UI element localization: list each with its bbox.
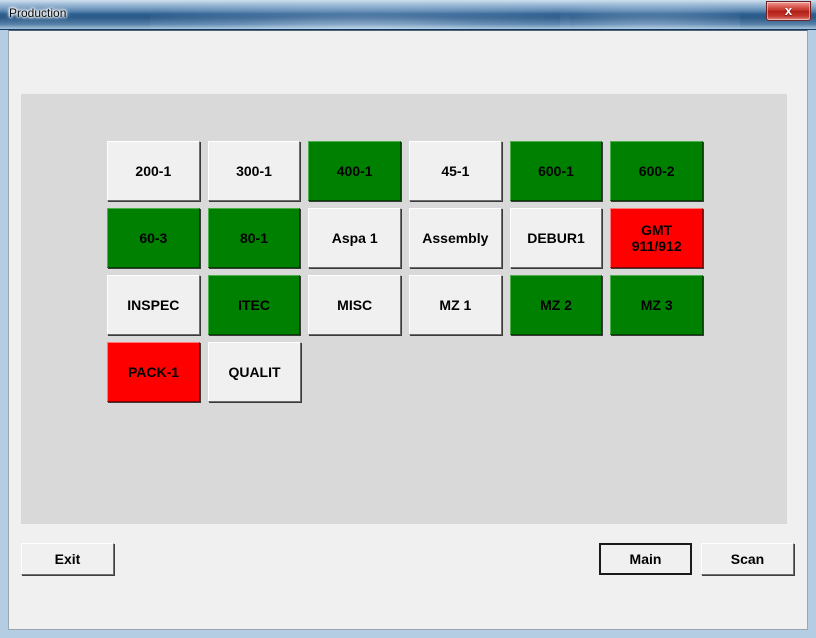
window-title: Production <box>9 6 67 20</box>
station-label: ITEC <box>238 297 270 313</box>
application-window: Production x 200-1 300-1 400-1 45-1 600-… <box>0 0 816 638</box>
station-button-gmt-911-912[interactable]: GMT 911/912 <box>610 208 704 268</box>
stations-panel: 200-1 300-1 400-1 45-1 600-1 600-2 60-3 … <box>21 94 787 524</box>
stations-row: INSPEC ITEC MISC MZ 1 MZ 2 MZ 3 <box>107 275 711 335</box>
station-button-inspec[interactable]: INSPEC <box>107 275 200 335</box>
station-button-mz-1[interactable]: MZ 1 <box>409 275 502 335</box>
station-button-45-1[interactable]: 45-1 <box>409 141 502 201</box>
station-button-debur1[interactable]: DEBUR1 <box>509 208 603 268</box>
station-button-assembly[interactable]: Assembly <box>409 208 502 268</box>
station-label: 45-1 <box>441 163 470 179</box>
station-button-600-2[interactable]: 600-2 <box>610 141 704 201</box>
close-icon: x <box>784 3 793 18</box>
station-button-misc[interactable]: MISC <box>308 275 402 335</box>
stations-row: PACK-1 QUALIT <box>107 342 711 402</box>
stations-row: 60-3 80-1 Aspa 1 Assembly DEBUR1 GMT 911… <box>107 208 711 268</box>
station-label: 200-1 <box>135 163 172 179</box>
station-label: 600-2 <box>638 163 675 179</box>
station-button-200-1[interactable]: 200-1 <box>107 141 200 201</box>
station-button-60-3[interactable]: 60-3 <box>107 208 200 268</box>
station-label: MISC <box>337 297 373 313</box>
title-bar-sheen-secondary <box>560 0 740 29</box>
close-button[interactable]: x <box>766 1 811 21</box>
form-client-area: 200-1 300-1 400-1 45-1 600-1 600-2 60-3 … <box>8 30 808 630</box>
station-label: INSPEC <box>127 297 180 313</box>
scan-button[interactable]: Scan <box>701 543 794 575</box>
station-label: 60-3 <box>139 230 168 246</box>
station-button-600-1[interactable]: 600-1 <box>509 141 603 201</box>
station-label: Assembly <box>422 230 489 246</box>
station-label: PACK-1 <box>127 364 180 380</box>
station-button-pack-1[interactable]: PACK-1 <box>107 342 200 402</box>
exit-button-label: Exit <box>54 551 81 567</box>
station-label: 80-1 <box>239 230 269 246</box>
station-button-300-1[interactable]: 300-1 <box>207 141 301 201</box>
station-label: MZ 2 <box>540 297 572 313</box>
title-bar[interactable]: Production x <box>0 0 816 30</box>
station-label: Aspa 1 <box>331 230 378 246</box>
station-label: DEBUR1 <box>527 230 585 246</box>
station-button-itec[interactable]: ITEC <box>207 275 301 335</box>
stations-grid: 200-1 300-1 400-1 45-1 600-1 600-2 60-3 … <box>107 141 711 409</box>
station-label: MZ 3 <box>640 297 673 313</box>
station-label: 400-1 <box>336 163 373 179</box>
station-button-qualit[interactable]: QUALIT <box>208 342 301 402</box>
station-button-mz-2[interactable]: MZ 2 <box>509 275 603 335</box>
station-label: 600-1 <box>538 163 574 179</box>
exit-button[interactable]: Exit <box>21 543 114 575</box>
station-button-mz-3[interactable]: MZ 3 <box>610 275 704 335</box>
station-label: GMT 911/912 <box>631 222 682 254</box>
title-bar-sheen <box>150 0 570 29</box>
station-button-400-1[interactable]: 400-1 <box>308 141 402 201</box>
station-button-aspa-1[interactable]: Aspa 1 <box>308 208 402 268</box>
station-label: 300-1 <box>236 163 272 179</box>
station-label: QUALIT <box>228 364 281 380</box>
scan-button-label: Scan <box>730 551 765 567</box>
main-button-label: Main <box>629 551 662 567</box>
stations-row: 200-1 300-1 400-1 45-1 600-1 600-2 <box>107 141 711 201</box>
main-button[interactable]: Main <box>599 543 692 575</box>
station-label: MZ 1 <box>439 297 472 313</box>
station-button-80-1[interactable]: 80-1 <box>207 208 301 268</box>
